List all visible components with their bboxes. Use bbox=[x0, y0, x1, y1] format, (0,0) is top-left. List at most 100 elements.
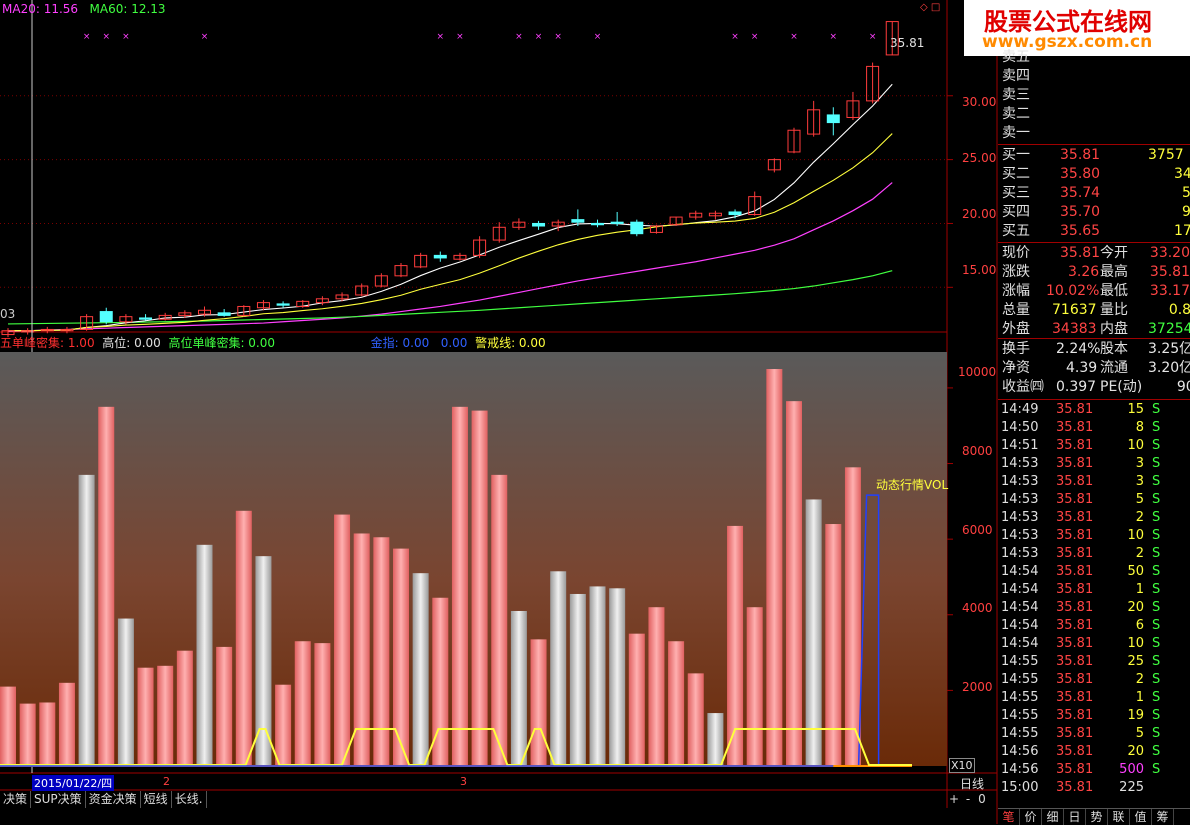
tick-row: 14:51 35.81 10 S bbox=[1001, 438, 1161, 453]
quote-row: 外盘 34383 内盘 37254 bbox=[1002, 321, 1190, 337]
candle-body bbox=[532, 222, 546, 227]
tick-row: 14:53 35.81 3 S bbox=[1001, 456, 1161, 471]
tick-row: 14:50 35.81 8 S bbox=[1001, 420, 1161, 435]
indicator-item: 五单峰密集: 1.00 bbox=[0, 336, 95, 350]
tick-row: 14:54 35.81 6 S bbox=[1001, 618, 1161, 633]
buy-row-5: 买五 35.65 17 bbox=[1002, 223, 1190, 239]
price-tick: 15.00 bbox=[962, 263, 997, 277]
zoom-out-button[interactable]: - bbox=[961, 791, 975, 808]
price-tick: 20.00 bbox=[962, 207, 997, 221]
signal-marker: × bbox=[102, 32, 110, 42]
volume-bar bbox=[628, 633, 645, 766]
signal-marker: × bbox=[437, 32, 445, 42]
volume-bar bbox=[668, 641, 685, 766]
volume-bar bbox=[786, 401, 802, 766]
tab-decision[interactable]: 决策 bbox=[0, 791, 32, 808]
buy-row-2: 买二 35.80 34 bbox=[1002, 166, 1190, 182]
candle-body bbox=[591, 222, 604, 226]
window-controls[interactable]: ◇ □ bbox=[920, 2, 944, 14]
signal-marker: × bbox=[515, 32, 523, 42]
tab-daily[interactable]: 日 bbox=[1064, 809, 1086, 825]
last-price-label: 35.81 bbox=[890, 36, 925, 50]
volume-bar bbox=[176, 650, 193, 766]
price-tick: 30.00 bbox=[962, 95, 997, 109]
volume-bar bbox=[609, 588, 626, 766]
tab-long-term[interactable]: 长线. bbox=[172, 791, 207, 808]
volume-bar bbox=[687, 673, 704, 766]
month-marker: 2 bbox=[163, 775, 170, 788]
tick-row: 15:00 35.81 225 bbox=[1001, 780, 1144, 795]
tab-detail[interactable]: 细 bbox=[1042, 809, 1064, 825]
candle-body bbox=[610, 221, 624, 224]
zoom-reset-button[interactable]: 0 bbox=[975, 791, 989, 808]
bottom-tabs: 笔价细日势联值筹 bbox=[998, 808, 1190, 825]
tab-short-term[interactable]: 短线 bbox=[141, 791, 172, 808]
volume-bar bbox=[451, 406, 468, 766]
finance-panel: 换手 2.24% 股本 3.25亿 净资 4.39 流通 3.20亿 收益㈣ 0.397 PE(… bbox=[998, 340, 1190, 400]
ma-line bbox=[7, 182, 893, 332]
tick-row: 14:55 35.81 1 S bbox=[1001, 690, 1161, 705]
strategy-tabs: 决策 SUP决策 资金决策 短线 长线. bbox=[0, 791, 207, 808]
indicator-item: 警戒线: 0.00 bbox=[475, 336, 546, 350]
tab-related[interactable]: 联 bbox=[1108, 809, 1130, 825]
signal-marker: × bbox=[83, 32, 91, 42]
sell-row-4: 卖四 bbox=[1002, 68, 1030, 84]
volume-bar bbox=[569, 593, 586, 766]
zoom-in-button[interactable]: + bbox=[947, 791, 961, 808]
signal-marker: × bbox=[869, 32, 877, 42]
tick-row: 14:54 35.81 1 S bbox=[1001, 582, 1161, 597]
tab-sup-decision[interactable]: SUP决策 bbox=[31, 791, 86, 808]
volume-bar bbox=[137, 667, 154, 766]
tab-trades[interactable]: 笔 bbox=[998, 809, 1020, 825]
tab-price[interactable]: 价 bbox=[1020, 809, 1042, 825]
indicator-item: 0.00 bbox=[440, 336, 468, 350]
zoom-controls: + -0 bbox=[947, 791, 989, 808]
volume-bar bbox=[648, 607, 665, 766]
buy-row-1: 买一 35.81 3757 bbox=[1002, 147, 1184, 163]
tick-row: 14:54 35.81 20 S bbox=[1001, 600, 1161, 615]
volume-bar bbox=[766, 369, 783, 766]
month-marker: 3 bbox=[460, 775, 467, 788]
volume-tick: 4000 bbox=[962, 601, 993, 615]
sell-row-3: 卖三 bbox=[1002, 87, 1030, 103]
volume-bar bbox=[294, 641, 311, 766]
volume-bar bbox=[0, 686, 16, 766]
tick-row: 14:53 35.81 3 S bbox=[1001, 474, 1161, 489]
ma-line bbox=[8, 83, 893, 332]
price-tick: 25.00 bbox=[962, 151, 997, 165]
volume-tick: 6000 bbox=[962, 523, 993, 537]
candle-body bbox=[99, 311, 113, 323]
multiplier-label: X10 bbox=[949, 758, 975, 773]
tab-chips[interactable]: 筹 bbox=[1152, 809, 1174, 825]
period-label[interactable]: 日线 bbox=[960, 775, 984, 792]
tick-list: 14:49 35.81 15 S 14:50 35.81 8 S 14:51 35.81 10 S 14… bbox=[998, 400, 1190, 804]
finance-row: 净资 4.39 流通 3.20亿 bbox=[1002, 360, 1190, 376]
signal-marker: × bbox=[535, 32, 543, 42]
volume-bar bbox=[393, 548, 409, 766]
volume-tick: 2000 bbox=[962, 680, 993, 694]
tick-row: 14:49 35.81 15 S bbox=[1001, 402, 1161, 417]
candle-body bbox=[571, 219, 585, 223]
signal-marker: × bbox=[751, 32, 759, 42]
finance-row: 换手 2.24% 股本 3.25亿 bbox=[1002, 341, 1190, 357]
signal-marker: × bbox=[554, 32, 562, 42]
tick-row: 14:54 35.81 50 S bbox=[1001, 564, 1161, 579]
signal-marker: × bbox=[456, 32, 464, 42]
volume-bar bbox=[334, 514, 351, 766]
tick-row: 14:53 35.81 2 S bbox=[1001, 510, 1161, 525]
tab-fund-decision[interactable]: 资金决策 bbox=[86, 791, 141, 808]
tab-trend[interactable]: 势 bbox=[1086, 809, 1108, 825]
tab-value[interactable]: 值 bbox=[1130, 809, 1152, 825]
signal-marker: × bbox=[731, 32, 739, 42]
ma-legend: MA20: 11.56 MA60: 12.13 bbox=[2, 2, 166, 16]
indicator-item: 高位单峰密集: 0.00 bbox=[168, 336, 276, 350]
sell-row-5: 卖五 bbox=[1002, 49, 1030, 65]
buy-row-3: 买三 35.74 5 bbox=[1002, 185, 1190, 201]
indicator-item: 金指: 0.00 bbox=[370, 336, 430, 350]
volume-bar bbox=[117, 618, 134, 766]
candle-body bbox=[826, 114, 840, 124]
signal-marker: × bbox=[830, 32, 838, 42]
candle-body bbox=[217, 312, 231, 316]
volume-bar bbox=[373, 537, 390, 766]
quote-row: 涨幅 10.02% 最低 33.17 bbox=[1002, 283, 1190, 299]
